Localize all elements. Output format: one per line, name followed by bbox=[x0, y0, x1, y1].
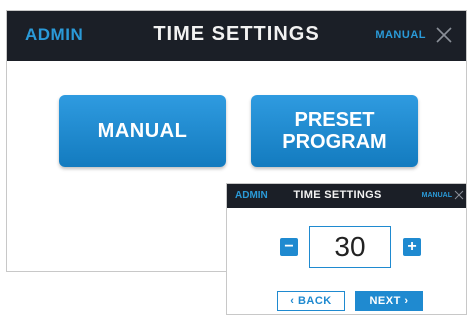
popup-close-icon[interactable] bbox=[454, 190, 464, 200]
time-value-field[interactable]: 30 bbox=[309, 226, 391, 268]
next-button[interactable]: NEXT › bbox=[355, 291, 423, 311]
preset-button-line2: PROGRAM bbox=[282, 131, 387, 153]
increment-button[interactable]: + bbox=[403, 238, 421, 256]
time-settings-popup: ADMIN TIME SETTINGS MANUAL − 30 + ‹ BACK… bbox=[226, 183, 467, 315]
preset-program-button[interactable]: PRESET PROGRAM bbox=[251, 95, 418, 167]
decrement-button[interactable]: − bbox=[280, 238, 298, 256]
popup-mode-label: MANUAL bbox=[421, 192, 452, 199]
back-button[interactable]: ‹ BACK bbox=[277, 291, 345, 311]
close-icon[interactable] bbox=[434, 25, 454, 45]
mode-label: MANUAL bbox=[375, 29, 426, 41]
preset-button-line1: PRESET bbox=[294, 109, 375, 131]
header-bar: ADMIN TIME SETTINGS MANUAL bbox=[7, 11, 466, 61]
manual-button-label: MANUAL bbox=[97, 119, 188, 142]
popup-title: TIME SETTINGS bbox=[293, 189, 382, 201]
popup-header-bar: ADMIN TIME SETTINGS MANUAL bbox=[227, 184, 466, 208]
manual-button[interactable]: MANUAL bbox=[59, 95, 226, 167]
